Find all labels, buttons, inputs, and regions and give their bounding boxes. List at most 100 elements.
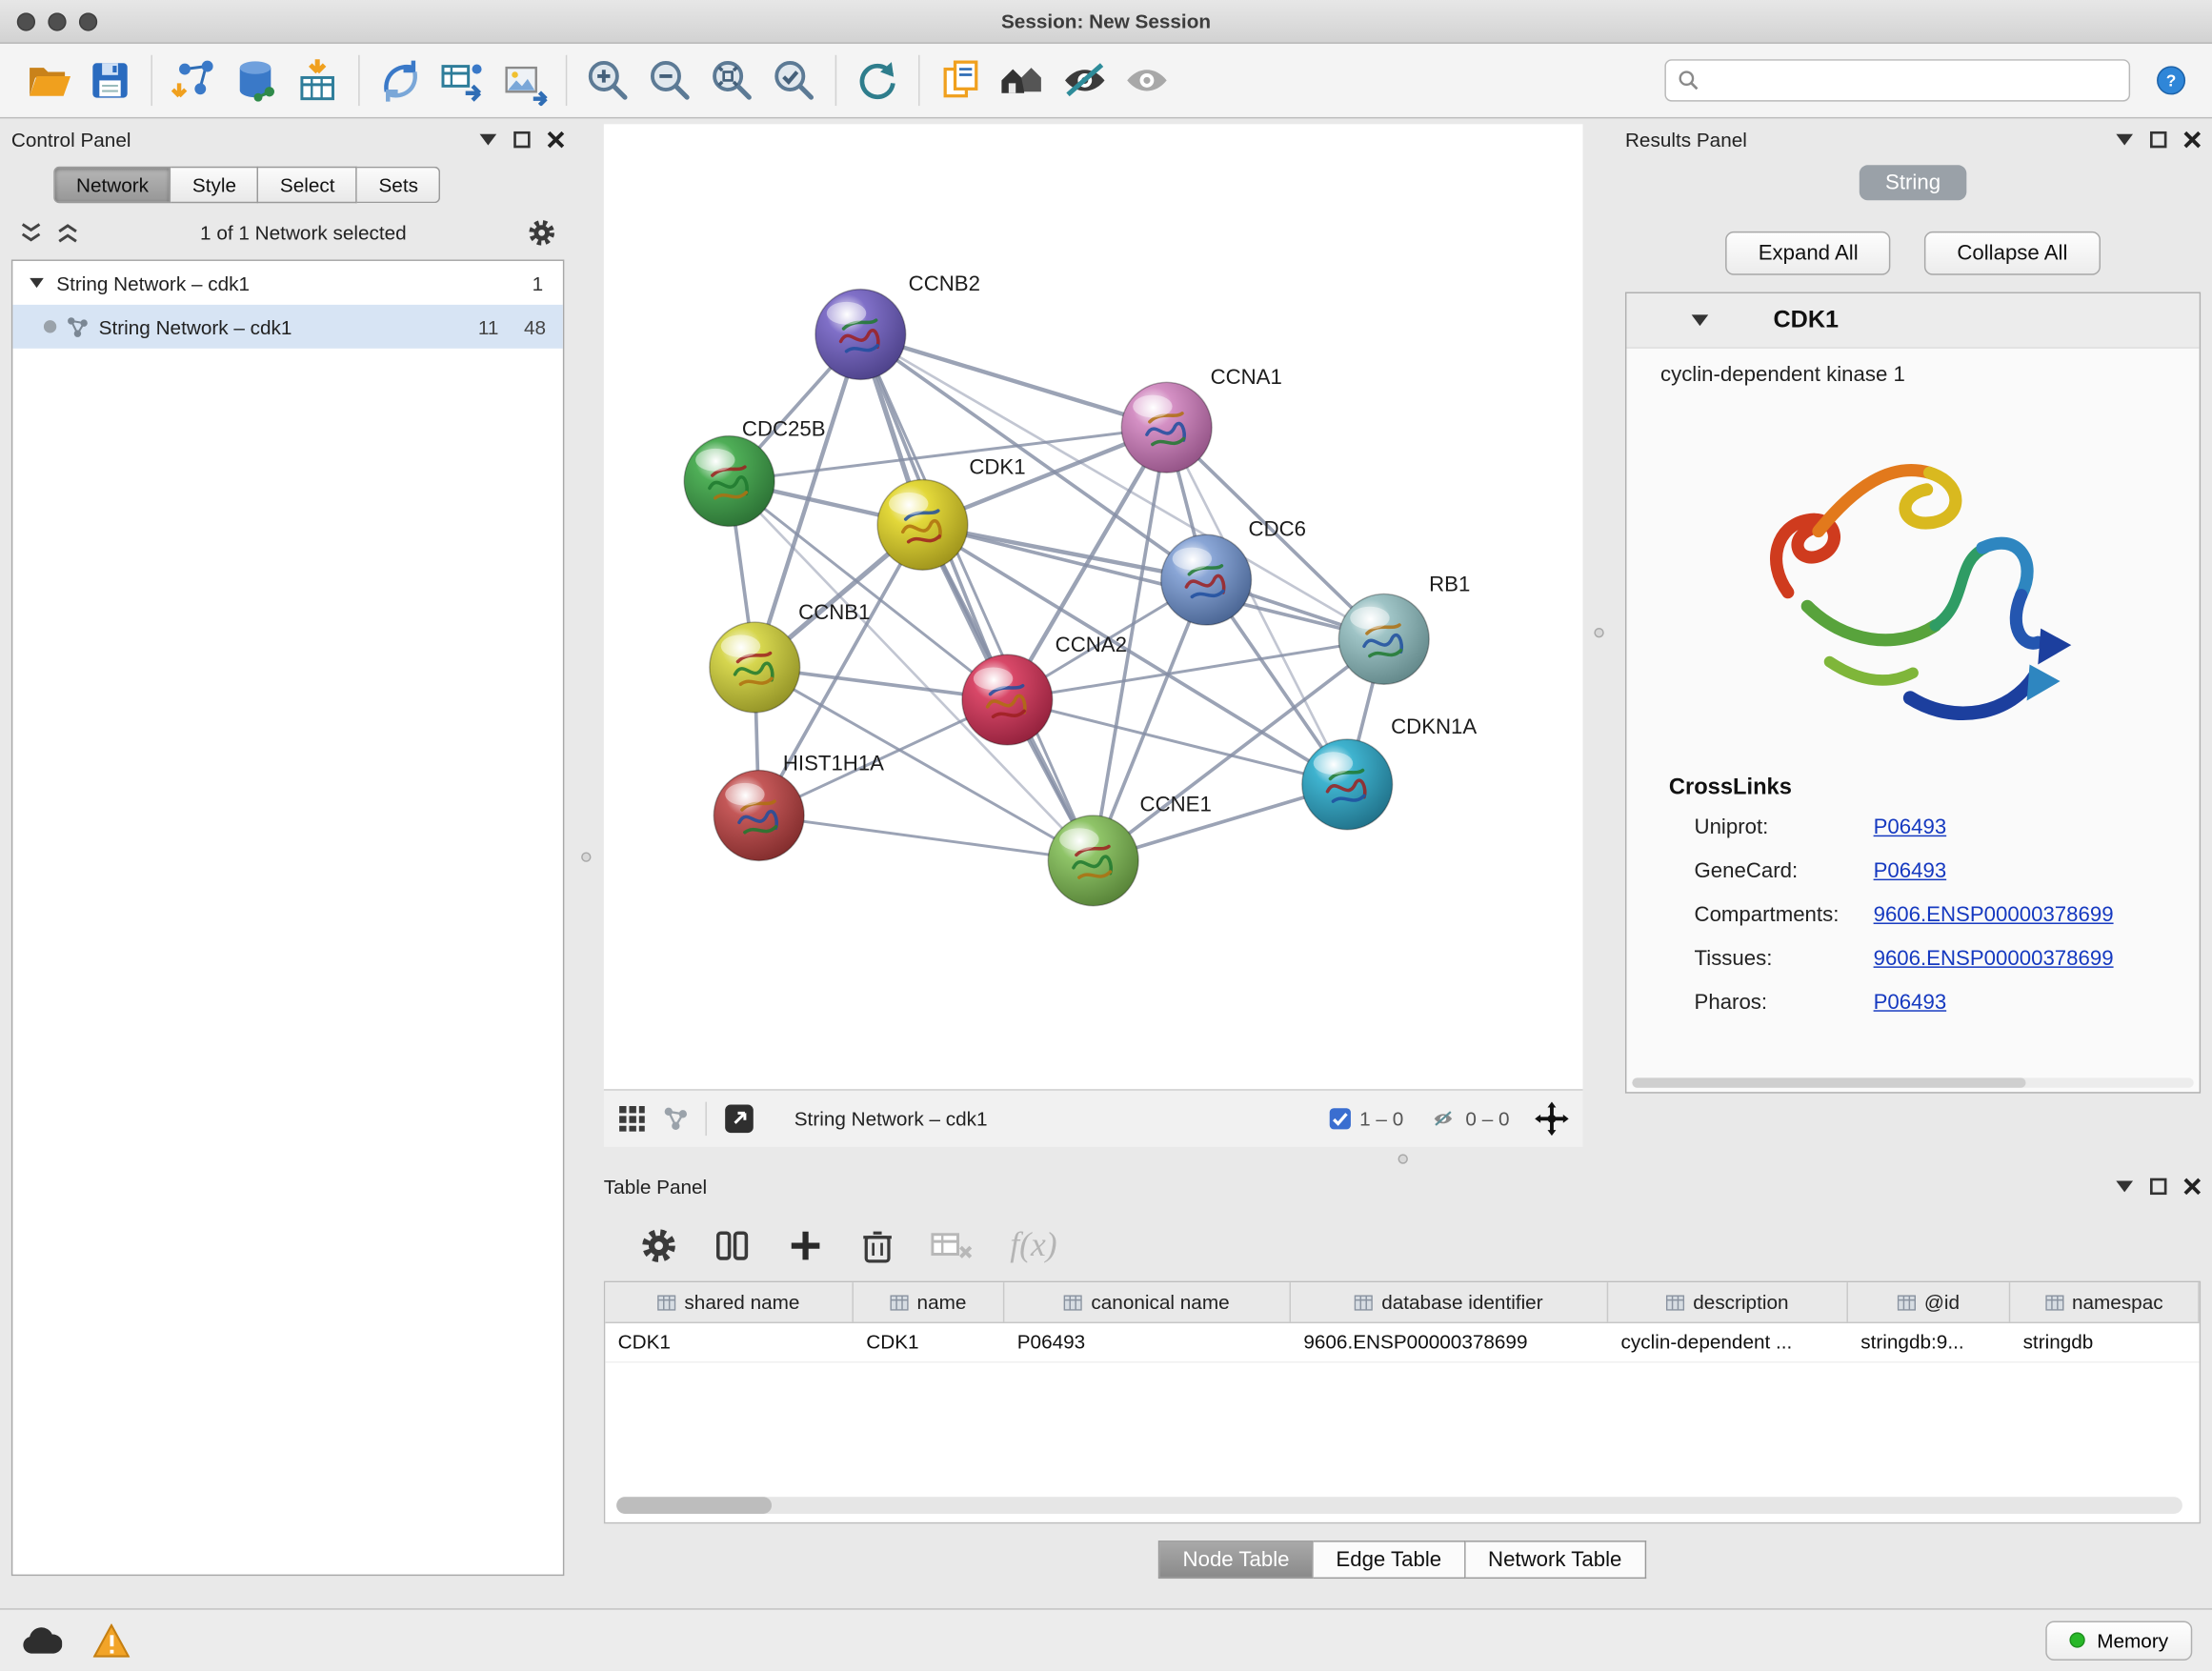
chevron-down-icon[interactable] bbox=[2116, 134, 2133, 146]
add-column-button[interactable] bbox=[787, 1227, 824, 1264]
close-panel-icon[interactable] bbox=[548, 131, 565, 149]
table-cell[interactable]: stringdb bbox=[2010, 1323, 2199, 1361]
delete-column-button[interactable] bbox=[860, 1227, 895, 1264]
table-horizontal-scrollbar[interactable] bbox=[616, 1497, 2182, 1514]
open-in-new-icon[interactable] bbox=[724, 1103, 755, 1135]
cloud-status-button[interactable] bbox=[20, 1624, 62, 1656]
open-session-button[interactable] bbox=[17, 50, 79, 110]
tab-style[interactable]: Style bbox=[171, 167, 259, 204]
delete-table-button[interactable] bbox=[931, 1230, 973, 1261]
chevron-down-icon[interactable] bbox=[2116, 1180, 2133, 1192]
pan-move-icon[interactable] bbox=[1535, 1102, 1569, 1137]
tab-select[interactable]: Select bbox=[259, 167, 358, 204]
tab-network-table[interactable]: Network Table bbox=[1465, 1540, 1645, 1579]
string-tab-badge[interactable]: String bbox=[1860, 165, 1965, 200]
show-columns-button[interactable] bbox=[714, 1227, 751, 1264]
crosslink-link[interactable]: P06493 bbox=[1874, 859, 1947, 883]
float-panel-icon[interactable] bbox=[513, 131, 531, 149]
expand-all-icon[interactable] bbox=[56, 223, 79, 243]
gear-icon[interactable] bbox=[528, 219, 556, 248]
window-close-button[interactable] bbox=[17, 12, 35, 30]
crosslink-link[interactable]: P06493 bbox=[1874, 991, 1947, 1015]
copy-document-button[interactable] bbox=[930, 50, 992, 110]
tree-expand-icon[interactable] bbox=[30, 278, 44, 288]
network-canvas[interactable]: CCNB2CCNA1CDC25BCDK1CDC6RB1CCNB1CCNA2CDK… bbox=[604, 124, 1583, 1089]
chevron-down-icon[interactable] bbox=[479, 134, 496, 146]
network-collection-row[interactable]: String Network – cdk1 1 bbox=[12, 261, 563, 305]
results-scrollbar[interactable] bbox=[1632, 1077, 2193, 1087]
warnings-button[interactable] bbox=[93, 1623, 131, 1658]
table-cell[interactable]: P06493 bbox=[1004, 1323, 1291, 1361]
crosslink-link[interactable]: 9606.ENSP00000378699 bbox=[1874, 903, 2114, 927]
network-node-rb1[interactable]: RB1 bbox=[1338, 572, 1470, 684]
column-header-description[interactable]: description bbox=[1608, 1282, 1848, 1321]
zoom-in-button[interactable] bbox=[577, 50, 639, 110]
network-node-cdc6[interactable]: CDC6 bbox=[1161, 517, 1306, 625]
column-header-namespac[interactable]: namespac bbox=[2010, 1282, 2199, 1321]
table-cell[interactable]: CDK1 bbox=[854, 1323, 1004, 1361]
tab-sets[interactable]: Sets bbox=[357, 167, 440, 204]
show-panel-button[interactable] bbox=[1116, 50, 1177, 110]
import-network-database-button[interactable] bbox=[224, 50, 286, 110]
collapse-all-icon[interactable] bbox=[20, 223, 43, 243]
table-cell[interactable]: 9606.ENSP00000378699 bbox=[1291, 1323, 1608, 1361]
share-view-icon[interactable] bbox=[663, 1106, 689, 1132]
close-panel-icon[interactable] bbox=[2183, 131, 2201, 149]
network-node-hist1h1a[interactable]: HIST1H1A bbox=[714, 752, 884, 861]
network-node-ccna1[interactable]: CCNA1 bbox=[1121, 365, 1282, 473]
save-session-button[interactable] bbox=[79, 50, 141, 110]
network-edge[interactable] bbox=[860, 334, 1093, 860]
zoom-fit-button[interactable] bbox=[701, 50, 763, 110]
table-cell[interactable]: CDK1 bbox=[605, 1323, 854, 1361]
vertical-splitter-handle[interactable] bbox=[1594, 628, 1603, 637]
network-node-cdkn1a[interactable]: CDKN1A bbox=[1302, 715, 1478, 830]
column-header-database-identifier[interactable]: database identifier bbox=[1291, 1282, 1608, 1321]
collapse-gene-icon[interactable] bbox=[1692, 314, 1709, 326]
table-cell[interactable]: cyclin-dependent ... bbox=[1608, 1323, 1848, 1361]
column-header-shared-name[interactable]: shared name bbox=[605, 1282, 854, 1321]
column-header-name[interactable]: name bbox=[854, 1282, 1004, 1321]
hidden-eye-icon[interactable] bbox=[1429, 1107, 1458, 1130]
help-button[interactable]: ? bbox=[2147, 56, 2195, 104]
network-from-table-button[interactable] bbox=[432, 50, 493, 110]
hide-panel-button[interactable] bbox=[1054, 50, 1116, 110]
grid-view-icon[interactable] bbox=[618, 1105, 647, 1134]
memory-button[interactable]: Memory bbox=[2046, 1621, 2192, 1660]
network-node-ccne1[interactable]: CCNE1 bbox=[1048, 793, 1212, 906]
float-panel-icon[interactable] bbox=[2150, 131, 2167, 149]
table-cell[interactable]: stringdb:9... bbox=[1848, 1323, 2010, 1361]
import-table-button[interactable] bbox=[287, 50, 349, 110]
tab-node-table[interactable]: Node Table bbox=[1158, 1540, 1313, 1579]
network-node-ccnb1[interactable]: CCNB1 bbox=[710, 600, 871, 713]
import-network-file-button[interactable] bbox=[162, 50, 224, 110]
tab-network[interactable]: Network bbox=[53, 167, 171, 204]
zoom-out-button[interactable] bbox=[639, 50, 701, 110]
search-input[interactable] bbox=[1708, 68, 2117, 93]
window-minimize-button[interactable] bbox=[48, 12, 66, 30]
checkbox-icon[interactable] bbox=[1329, 1107, 1352, 1130]
column-header--id[interactable]: @id bbox=[1848, 1282, 2010, 1321]
crosslink-link[interactable]: P06493 bbox=[1874, 815, 1947, 839]
collapse-all-button[interactable]: Collapse All bbox=[1924, 232, 2100, 275]
new-network-button[interactable] bbox=[370, 50, 432, 110]
zoom-selected-button[interactable] bbox=[763, 50, 825, 110]
table-settings-button[interactable] bbox=[640, 1227, 677, 1264]
window-zoom-button[interactable] bbox=[79, 12, 97, 30]
expand-all-button[interactable]: Expand All bbox=[1726, 232, 1891, 275]
horizontal-splitter-handle[interactable] bbox=[1398, 1154, 1408, 1163]
network-row-selected[interactable]: String Network – cdk1 11 48 bbox=[12, 305, 563, 349]
export-image-button[interactable] bbox=[493, 50, 555, 110]
network-edge[interactable] bbox=[860, 334, 1166, 428]
close-panel-icon[interactable] bbox=[2183, 1178, 2201, 1196]
float-panel-icon[interactable] bbox=[2150, 1178, 2167, 1196]
function-builder-button[interactable]: f(x) bbox=[1010, 1227, 1056, 1265]
crosslink-link[interactable]: 9606.ENSP00000378699 bbox=[1874, 947, 2114, 971]
vertical-splitter-handle[interactable] bbox=[581, 852, 591, 861]
apply-layout-button[interactable] bbox=[847, 50, 909, 110]
network-node-cdk1[interactable]: CDK1 bbox=[877, 455, 1025, 571]
column-header-canonical-name[interactable]: canonical name bbox=[1004, 1282, 1291, 1321]
home-button[interactable] bbox=[992, 50, 1054, 110]
network-edge[interactable] bbox=[759, 815, 1094, 860]
table-row[interactable]: CDK1CDK1P064939606.ENSP00000378699cyclin… bbox=[605, 1323, 2199, 1362]
tab-edge-table[interactable]: Edge Table bbox=[1314, 1540, 1466, 1579]
